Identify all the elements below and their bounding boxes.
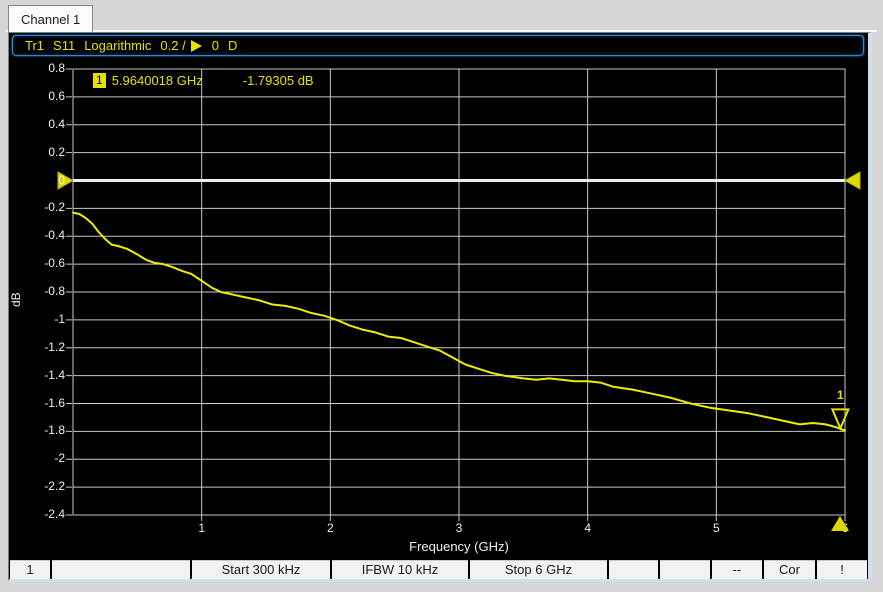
- x-tick-label: 3: [444, 521, 474, 535]
- y-tick-label: -2: [15, 451, 65, 465]
- y-tick-label: -1.6: [15, 396, 65, 410]
- marker-1-axis-triangle-icon[interactable]: [831, 516, 849, 531]
- x-tick-label: 1: [187, 521, 217, 535]
- y-tick-label: -2.4: [15, 507, 65, 521]
- y-axis-title: dB: [9, 277, 23, 307]
- tab-channel-1[interactable]: Channel 1: [8, 5, 93, 32]
- y-tick-label: 0.6: [15, 89, 65, 103]
- y-tick-label: -1.2: [15, 340, 65, 354]
- ref-level-triangle-right-icon[interactable]: [845, 172, 860, 189]
- tab-label: Channel 1: [21, 12, 80, 27]
- y-tick-label: -0.4: [15, 228, 65, 242]
- status-cell-status-spacer-3: [660, 560, 710, 579]
- tab-pane-edge: [6, 30, 877, 32]
- marker-1-label: 1: [830, 388, 850, 402]
- marker-number-badge: 1: [93, 73, 106, 88]
- status-cell-trace-statistics[interactable]: --: [712, 560, 762, 579]
- marker-readout[interactable]: 1 5.9640018 GHz -1.79305 dB: [93, 73, 314, 89]
- y-tick-label: 0: [15, 173, 65, 187]
- x-tick-label: 5: [701, 521, 731, 535]
- status-cell-warning-indicator[interactable]: !: [817, 560, 867, 579]
- x-tick-label: 2: [315, 521, 345, 535]
- status-cell-stop-frequency[interactable]: Stop 6 GHz: [470, 560, 607, 579]
- status-cell-correction-status[interactable]: Cor: [764, 560, 815, 579]
- status-cell-if-bandwidth[interactable]: IFBW 10 kHz: [332, 560, 468, 579]
- status-cell-status-spacer-1: [52, 560, 190, 579]
- y-tick-label: -1.4: [15, 368, 65, 382]
- y-tick-label: -1: [15, 312, 65, 326]
- status-cell-status-spacer-2: [609, 560, 658, 579]
- plot-canvas: [9, 33, 868, 582]
- status-bar: 1 Start 300 kHzIFBW 10 kHzStop 6 GHz --Cor…: [10, 560, 867, 579]
- y-tick-label: -2.2: [15, 479, 65, 493]
- y-tick-label: 0.4: [15, 117, 65, 131]
- x-tick-label: 4: [573, 521, 603, 535]
- marker-value: -1.79305 dB: [243, 73, 314, 88]
- plot-area[interactable]: 0.80.60.40.20-0.2-0.4-0.6-0.8-1-1.2-1.4-…: [9, 33, 868, 579]
- y-tick-label: -1.8: [15, 423, 65, 437]
- marker-frequency: 5.9640018 GHz: [112, 73, 203, 88]
- y-tick-label: -0.2: [15, 200, 65, 214]
- y-tick-label: 0.8: [15, 61, 65, 75]
- status-cell-channel-number[interactable]: 1: [10, 560, 50, 579]
- status-cell-start-frequency[interactable]: Start 300 kHz: [192, 560, 330, 579]
- y-tick-label: 0.2: [15, 145, 65, 159]
- y-tick-label: -0.6: [15, 256, 65, 270]
- marker-1-triangle-icon[interactable]: [832, 409, 848, 428]
- x-axis-title: Frequency (GHz): [389, 539, 529, 554]
- diagram-area[interactable]: Tr1 S11 Logarithmic 0.2 / 0 D 0.80.60.40…: [8, 32, 872, 582]
